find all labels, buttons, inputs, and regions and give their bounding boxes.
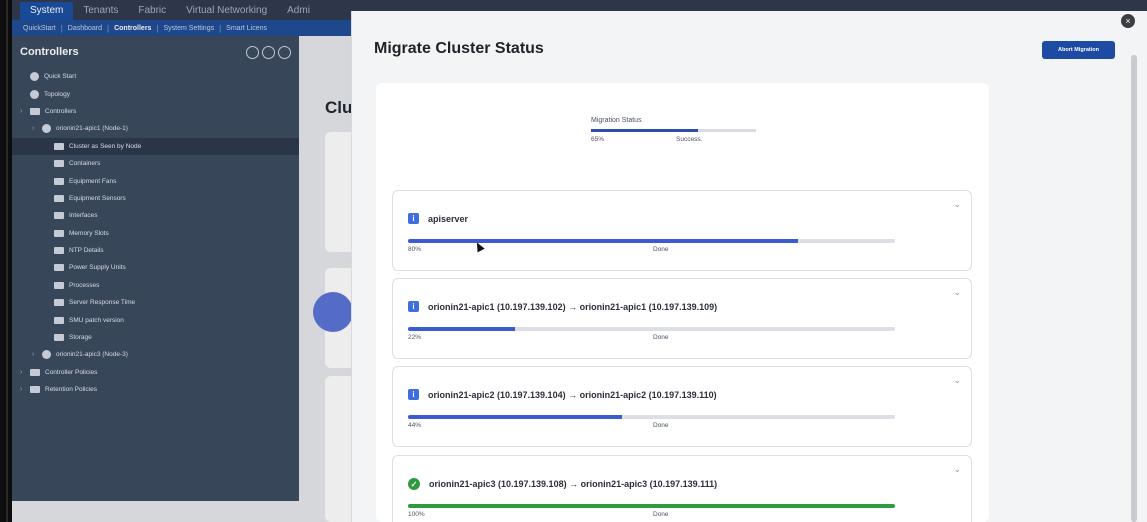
- migration-item-header: i orionin21-apic1 (10.197.139.102) → orio…: [408, 301, 717, 312]
- migration-item-percent: 100%: [408, 511, 425, 518]
- migration-item-status: Done: [653, 422, 669, 429]
- migration-item-name: apiserver: [428, 213, 469, 224]
- close-icon[interactable]: ×: [1121, 14, 1135, 28]
- overall-migration-status: Migration Status 65% Success.: [591, 117, 761, 143]
- info-icon: i: [408, 213, 419, 224]
- migration-item[interactable]: ⌄ ✓ orionin21-apic3 (10.197.139.108) → ori…: [392, 455, 972, 522]
- overall-progress-fill: [591, 129, 699, 132]
- migration-item-percent: 22%: [408, 334, 422, 341]
- migration-item-progress-fill: [408, 327, 516, 331]
- info-icon: i: [408, 389, 419, 400]
- migration-item[interactable]: ⌄ i orionin21-apic2 (10.197.139.104) → ori…: [392, 366, 972, 447]
- migration-item-status: Done: [653, 511, 669, 518]
- abort-migration-button[interactable]: Abort Migration: [1042, 41, 1115, 59]
- migration-item-progress-fill: [408, 504, 895, 508]
- migration-item-footer: 80% Done: [408, 246, 669, 253]
- chevron-down-icon[interactable]: ⌄: [953, 287, 961, 298]
- overall-status: Success.: [676, 136, 703, 143]
- check-circle-icon: ✓: [408, 478, 420, 490]
- migration-item-name: orionin21-apic3 (10.197.139.108) → orion…: [429, 479, 718, 489]
- migration-item-progress-bar: [408, 327, 895, 331]
- migration-item-status: Done: [653, 246, 669, 253]
- migration-item-progress-bar: [408, 504, 895, 508]
- migration-item-header: ✓ orionin21-apic3 (10.197.139.108) → orio…: [408, 478, 717, 490]
- migration-item-name: orionin21-apic1 (10.197.139.102) → orion…: [428, 301, 718, 312]
- migrate-cluster-status-panel: Migrate Cluster Status Abort Migration ×…: [351, 11, 1147, 522]
- info-icon: i: [408, 301, 419, 312]
- migration-item-progress-fill: [408, 415, 623, 419]
- chevron-down-icon[interactable]: ⌄: [953, 199, 961, 210]
- modal-title: Migrate Cluster Status: [374, 40, 544, 57]
- migration-item-footer: 100% Done: [408, 511, 669, 518]
- overall-progress-bar: [591, 129, 756, 132]
- migration-item-progress-bar: [408, 415, 895, 419]
- migration-item-footer: 22% Done: [408, 334, 669, 341]
- migration-item[interactable]: ⌄ i orionin21-apic1 (10.197.139.102) → ori…: [392, 278, 972, 359]
- chevron-down-icon[interactable]: ⌄: [953, 375, 961, 386]
- migration-item-name: orionin21-apic2 (10.197.139.104) → orion…: [428, 389, 717, 400]
- migration-status-panel: Migration Status 65% Success. ⌄ i apiserve…: [376, 83, 989, 522]
- migration-item-header: i orionin21-apic2 (10.197.139.104) → orio…: [408, 389, 717, 400]
- migration-item[interactable]: ⌄ i apiserver 80% Done: [392, 190, 972, 271]
- modal-scrollbar[interactable]: [1131, 55, 1137, 522]
- migration-item-status: Done: [653, 334, 669, 341]
- migration-status-label: Migration Status: [591, 117, 642, 124]
- scrollbar-thumb[interactable]: [1131, 55, 1137, 522]
- migration-item-footer: 44% Done: [408, 422, 669, 429]
- migration-item-percent: 80%: [408, 246, 422, 253]
- chevron-down-icon[interactable]: ⌄: [953, 464, 961, 475]
- migration-item-header: i apiserver: [408, 213, 468, 224]
- overall-percent: 65%: [591, 136, 605, 143]
- migration-item-progress-fill: [408, 239, 798, 243]
- migration-item-percent: 44%: [408, 422, 422, 429]
